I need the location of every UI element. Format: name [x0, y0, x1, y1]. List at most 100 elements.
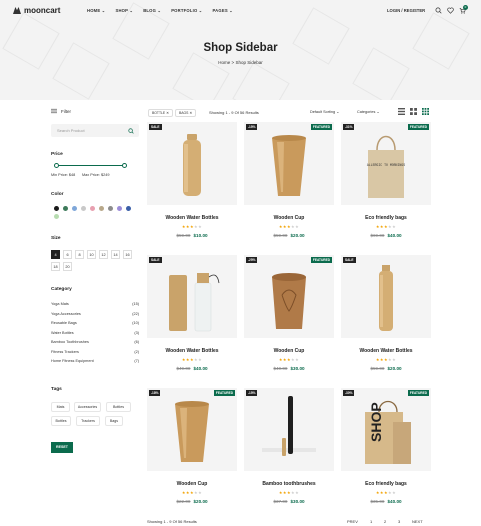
logo-icon: [13, 7, 21, 14]
product-name[interactable]: Bamboo toothbrushes: [244, 481, 334, 487]
footer-results-count: Showing 1 - 9 Of 56 Results: [147, 519, 197, 524]
active-filter-bottle[interactable]: BOTTLE ✕: [148, 109, 173, 117]
size-option[interactable]: 16: [123, 250, 132, 259]
menu-home[interactable]: HOME ⌄: [87, 8, 105, 13]
product-name[interactable]: Wooden Cup: [244, 348, 334, 354]
pagination-page-2[interactable]: 2: [384, 519, 386, 524]
product-name[interactable]: Eco friendly bags: [341, 215, 431, 221]
grid-3-view-icon[interactable]: [422, 108, 429, 115]
color-swatch[interactable]: [81, 206, 86, 211]
sale-price: $20.00: [387, 366, 402, 371]
login-register-link[interactable]: LOGIN / REGISTER: [387, 8, 425, 13]
sale-price: $40.00: [193, 366, 208, 371]
reset-filters-button[interactable]: RESET: [51, 442, 73, 453]
product-price: $35.00 $40.00: [341, 499, 431, 504]
product-badge-left: SALE: [343, 257, 356, 263]
category-item[interactable]: Reusable Bags (10): [51, 321, 139, 325]
menu-pages[interactable]: PAGES ⌄: [213, 8, 233, 13]
product-badge-featured: FEATURED: [407, 124, 429, 130]
size-option[interactable]: 20: [63, 262, 72, 271]
menu-portfolio[interactable]: PORTFOLIO ⌄: [171, 8, 202, 13]
categories-select[interactable]: Categories ⌄: [357, 108, 380, 117]
product-image[interactable]: -15%: [244, 388, 334, 471]
product-name[interactable]: Eco friendly bags: [341, 481, 431, 487]
color-swatch[interactable]: [117, 206, 122, 211]
price-min-handle[interactable]: [54, 163, 59, 168]
filter-toggle[interactable]: Filter: [51, 108, 71, 114]
tag-chip[interactable]: Mats: [51, 402, 70, 412]
color-swatch[interactable]: [54, 206, 59, 211]
category-count: (10): [132, 321, 139, 325]
tag-chip[interactable]: Bottles: [106, 402, 131, 412]
pagination-prev[interactable]: PREV: [347, 519, 358, 524]
sale-price: $20.00: [290, 233, 305, 238]
color-swatch[interactable]: [99, 206, 104, 211]
tag-chip[interactable]: Trackers: [76, 416, 100, 426]
size-option[interactable]: 8: [75, 250, 84, 259]
color-swatch[interactable]: [54, 214, 59, 219]
product-image[interactable]: SALE: [147, 255, 237, 338]
product-rating: ★★★★★: [147, 357, 237, 362]
size-option[interactable]: 12: [99, 250, 108, 259]
category-item[interactable]: Home Fitness Equipment (7): [51, 359, 139, 363]
sale-price: $30.00: [290, 499, 305, 504]
product-image[interactable]: -15% FEATURED: [244, 122, 334, 205]
product-name[interactable]: Wooden Water Bottles: [147, 215, 237, 221]
color-swatch[interactable]: [63, 206, 68, 211]
product-image[interactable]: SHOP -30% FEATURED: [341, 388, 431, 471]
product-image[interactable]: SALE: [341, 255, 431, 338]
product-image[interactable]: -25% FEATURED: [244, 255, 334, 338]
list-view-icon[interactable]: [398, 108, 405, 115]
color-swatch[interactable]: [108, 206, 113, 211]
product-image[interactable]: SALE: [147, 122, 237, 205]
size-option[interactable]: 18: [51, 262, 60, 271]
star-icon: ★: [198, 357, 203, 362]
active-filter-bags[interactable]: BAGS ✕: [175, 109, 197, 117]
product-name[interactable]: Wooden Water Bottles: [147, 348, 237, 354]
category-item[interactable]: Yoga Mats (15): [51, 302, 139, 306]
category-item[interactable]: Water Bottles (3): [51, 331, 139, 335]
breadcrumb-home[interactable]: Home: [218, 60, 230, 65]
pagination-page-1[interactable]: 1: [370, 519, 372, 524]
pagination-next[interactable]: NEXT: [412, 519, 423, 524]
menu-shop[interactable]: SHOP ⌄: [115, 8, 133, 13]
sale-price: $40.00: [387, 499, 402, 504]
search-icon[interactable]: [128, 127, 134, 134]
size-option[interactable]: 10: [87, 250, 96, 259]
category-count: (15): [132, 302, 139, 306]
sort-select[interactable]: Default Sorting ⌄: [310, 108, 339, 117]
tag-chip[interactable]: Accessories: [74, 402, 101, 412]
heart-icon[interactable]: [447, 7, 454, 14]
search-icon[interactable]: [435, 7, 442, 14]
product-name[interactable]: Wooden Cup: [147, 481, 237, 487]
product-rating: ★★★★★: [244, 224, 334, 229]
site-logo[interactable]: mooncart: [13, 6, 60, 15]
category-item[interactable]: Bamboo Toothbrushes (6): [51, 340, 139, 344]
product-image[interactable]: ALLERGIC TO MORNINGS -31% FEATURED: [341, 122, 431, 205]
category-item[interactable]: Fitness Trackers (2): [51, 350, 139, 354]
old-price: $69.00: [370, 233, 385, 238]
product-name[interactable]: Wooden Water Bottles: [341, 348, 431, 354]
tag-chip[interactable]: Bags: [105, 416, 123, 426]
product-search-input[interactable]: Search Product: [51, 124, 139, 137]
pagination-page-3[interactable]: 3: [398, 519, 400, 524]
size-option[interactable]: 4: [51, 250, 60, 259]
category-item[interactable]: Yoga Accessories (22): [51, 312, 139, 316]
size-option[interactable]: 14: [111, 250, 120, 259]
category-name: Bamboo Toothbrushes: [51, 340, 89, 344]
product-badge-left: -15%: [246, 124, 258, 130]
product-badge-featured: FEATURED: [407, 390, 429, 396]
price-heading: Price: [51, 152, 63, 157]
menu-blog[interactable]: BLOG ⌄: [143, 8, 161, 13]
color-swatch[interactable]: [90, 206, 95, 211]
grid-2-view-icon[interactable]: [410, 108, 417, 115]
sale-price: $10.00: [193, 233, 208, 238]
product-name[interactable]: Wooden Cup: [244, 215, 334, 221]
color-swatch[interactable]: [72, 206, 77, 211]
product-image[interactable]: -18% FEATURED: [147, 388, 237, 471]
size-option[interactable]: 6: [63, 250, 72, 259]
color-swatch[interactable]: [126, 206, 131, 211]
tag-chip[interactable]: Bottles: [51, 416, 71, 426]
price-max-handle[interactable]: [122, 163, 127, 168]
product-price: $22.00 $20.00: [147, 499, 237, 504]
